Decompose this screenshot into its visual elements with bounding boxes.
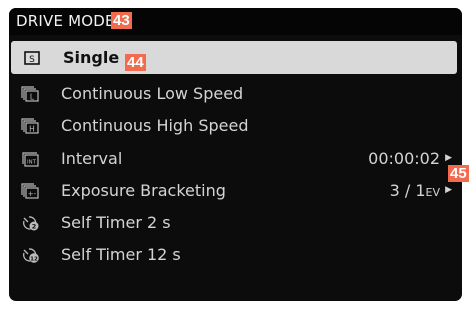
continuous-high-icon: H — [21, 118, 39, 134]
callout-header: 43 — [111, 12, 132, 29]
svg-text:L: L — [30, 93, 35, 102]
svg-text:S: S — [29, 55, 35, 65]
single-shot-icon: S — [23, 50, 41, 66]
menu-item-label: Continuous Low Speed — [61, 84, 244, 103]
menu-item-label: Interval — [61, 149, 123, 168]
callout-submenu-arrows: 45 — [448, 165, 469, 182]
menu-item-label: Single — [63, 48, 120, 67]
self-timer-12-icon: 12 — [21, 247, 39, 263]
bracketing-value: 3 / 1EV — [390, 174, 440, 209]
svg-text:12: 12 — [30, 256, 38, 262]
menu-item-self-timer-12s[interactable]: 12 Self Timer 12 s — [9, 238, 462, 271]
drive-mode-screen: DRIVE MODE S Single L Continuous Low Spe… — [9, 8, 462, 301]
continuous-low-icon: L — [21, 86, 39, 102]
ev-unit: EV — [425, 186, 440, 199]
svg-text:+-: +- — [28, 190, 37, 198]
menu-item-label: Self Timer 2 s — [61, 213, 171, 232]
menu-item-self-timer-2s[interactable]: 2 Self Timer 2 s — [9, 206, 462, 239]
menu-item-continuous-low-speed[interactable]: L Continuous Low Speed — [9, 77, 462, 110]
menu-item-interval[interactable]: INT Interval 00:00:02 ▶ — [9, 142, 462, 175]
menu-item-single[interactable]: S Single — [11, 41, 457, 74]
page-title: DRIVE MODE — [16, 12, 115, 30]
svg-text:2: 2 — [32, 223, 37, 231]
header-bar: DRIVE MODE — [9, 8, 462, 35]
svg-text:H: H — [29, 125, 35, 134]
menu-item-exposure-bracketing[interactable]: +- Exposure Bracketing 3 / 1EV ▶ — [9, 174, 462, 207]
bracketing-steps: 3 / 1 — [389, 181, 426, 200]
interval-value: 00:00:02 — [368, 149, 440, 168]
self-timer-2-icon: 2 — [21, 215, 39, 231]
exposure-bracketing-icon: +- — [21, 183, 39, 199]
menu-item-label: Self Timer 12 s — [61, 245, 181, 264]
menu-item-continuous-high-speed[interactable]: H Continuous High Speed — [9, 109, 462, 142]
menu-item-label: Continuous High Speed — [61, 116, 249, 135]
interval-icon: INT — [21, 151, 39, 167]
svg-text:INT: INT — [27, 160, 37, 166]
callout-selected-item: 44 — [125, 54, 146, 71]
menu-item-label: Exposure Bracketing — [61, 181, 226, 200]
